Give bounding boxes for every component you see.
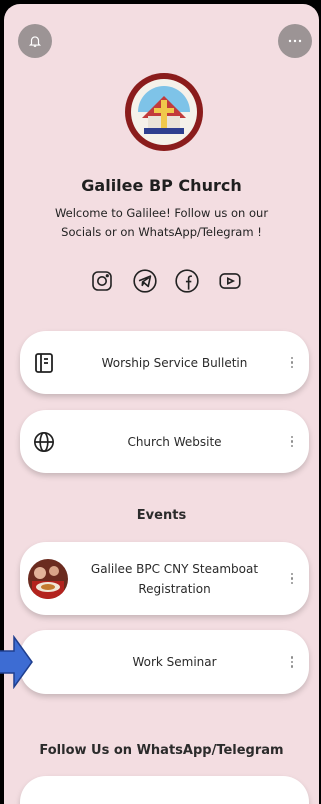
bulletin-icon [35, 352, 53, 373]
profile-description: Welcome to Galilee! Follow us on our Soc… [54, 206, 269, 239]
kebab-menu-icon[interactable] [289, 435, 295, 448]
events-heading: Events [136, 508, 187, 523]
bulletin-icon-wrap [32, 351, 56, 375]
link-label: Worship Service Bulletin [101, 355, 248, 370]
notification-button[interactable] [18, 24, 52, 58]
whatsapp-telegram-link[interactable] [20, 776, 309, 804]
event-cny-steamboat[interactable]: Galilee BPC CNY Steamboat Registration [20, 542, 309, 615]
church-logo [125, 73, 203, 151]
profile-name: Galilee BP Church [81, 176, 242, 195]
youtube-link[interactable] [216, 267, 244, 295]
event-photo [28, 558, 68, 599]
event-label: Work Seminar [132, 655, 217, 669]
event-work-seminar[interactable]: Work Seminar [20, 630, 309, 694]
instagram-link[interactable] [88, 267, 116, 295]
more-horizontal-icon [288, 39, 302, 43]
link-worship-bulletin[interactable]: Worship Service Bulletin [20, 331, 309, 394]
kebab-menu-icon[interactable] [289, 656, 295, 668]
follow-heading: Follow Us on WhatsApp/Telegram [39, 743, 284, 758]
globe-icon-wrap [32, 430, 56, 454]
telegram-icon [133, 269, 157, 293]
bell-icon [28, 36, 42, 47]
globe-icon [34, 431, 54, 452]
pointer-arrow-icon [0, 635, 33, 689]
telegram-link[interactable] [131, 267, 159, 295]
kebab-menu-icon[interactable] [289, 572, 295, 585]
instagram-icon [92, 271, 112, 291]
youtube-icon [219, 273, 241, 289]
kebab-menu-icon[interactable] [289, 356, 295, 369]
link-page: Galilee BP Church Welcome to Galilee! Fo… [4, 4, 319, 804]
facebook-link[interactable] [173, 267, 201, 295]
social-links [88, 267, 244, 295]
link-label: Church Website [127, 434, 222, 449]
more-options-button[interactable] [278, 24, 312, 58]
link-church-website[interactable]: Church Website [20, 410, 309, 473]
facebook-icon [175, 269, 199, 293]
event-thumbnail [28, 558, 68, 599]
event-label: Galilee BPC CNY Steamboat Registration [90, 561, 259, 596]
